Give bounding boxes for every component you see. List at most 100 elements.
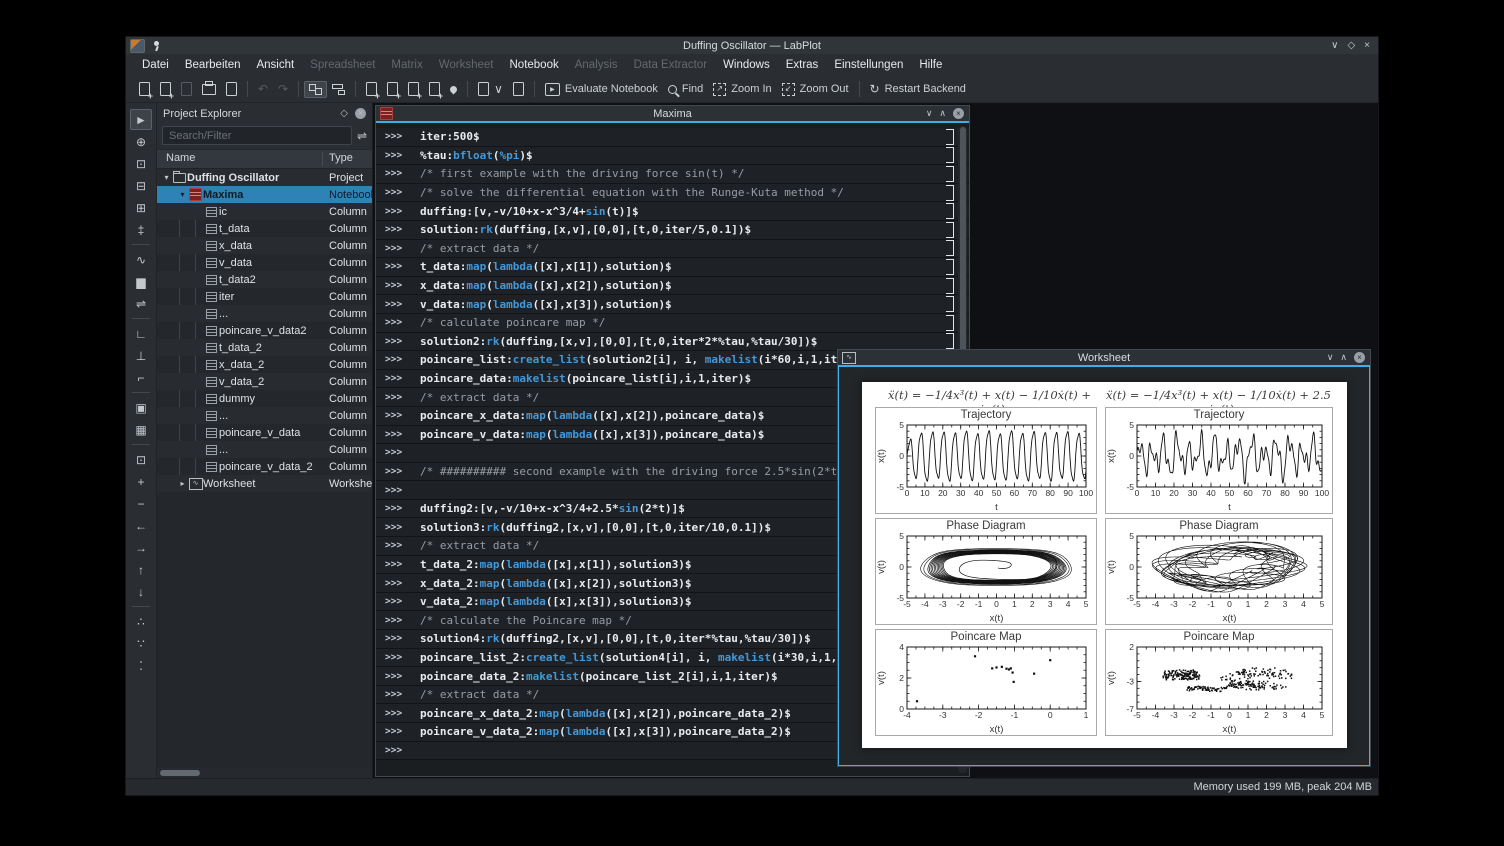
notebook-cell[interactable]: >>> iter:500$	[376, 128, 969, 147]
presenter-mode-button[interactable]	[327, 81, 350, 98]
tree-header[interactable]: Name Type	[157, 149, 372, 169]
plot-trajectory-2[interactable]: Trajectory 0 10 20 30 40 50 60 70 80 90 100 5 0 -5 t x(t…	[1105, 407, 1333, 514]
scrollbar-thumb[interactable]	[160, 770, 200, 776]
zoom-fit-icon[interactable]: ⊡	[130, 449, 152, 470]
notebook-cell[interactable]: >>> x_data:map(lambda([x],x[2]),solution)…	[376, 276, 969, 296]
chevron-down-icon[interactable]: ∨	[494, 83, 503, 95]
worksheet-canvas[interactable]: ẍ(t) = −1/4x³(t) + x(t) − 1/10ẋ(t) + sin…	[862, 382, 1347, 748]
tree-row-ic[interactable]: ic Column	[157, 203, 372, 220]
menu-bearbeiten[interactable]: Bearbeiten	[177, 56, 249, 74]
restore-subwindow-icon[interactable]: ∧	[939, 108, 946, 119]
worksheet-title-bar[interactable]: ∿ Worksheet ∨ ∧ ×	[838, 350, 1370, 367]
new-notebook-button[interactable]: ∨	[473, 79, 508, 99]
zoom-in-region-icon[interactable]: +	[130, 471, 152, 492]
notebook-title-bar[interactable]: Maxima ∨ ∧ ×	[376, 106, 969, 123]
notebook-cell[interactable]: >>> /* extract data */	[376, 239, 969, 259]
float-panel-icon[interactable]: ◇	[340, 108, 348, 119]
zoom-in-button[interactable]: ↗ Zoom In	[708, 80, 776, 99]
new-plot-icon[interactable]: ∿	[130, 249, 152, 270]
select-cursor-icon[interactable]: ►	[130, 109, 152, 130]
plot-phase-diagram-1[interactable]: Phase Diagram -5 -4 -3 -2 -1 0 1 2 3 4 5 5 0 -5 x(t) v(t…	[875, 518, 1097, 625]
tree-row-v-data-2[interactable]: v_data_2 Column	[157, 373, 372, 390]
shade-subwindow-icon[interactable]: ∨	[926, 108, 933, 119]
zoom-out-region-icon[interactable]: −	[130, 493, 152, 514]
find-button[interactable]: Find	[663, 80, 708, 98]
tree-row-item[interactable]: ... Column	[157, 305, 372, 322]
shift-left-icon[interactable]: ←	[130, 515, 152, 536]
tree-row-poincare-v-data2[interactable]: poincare_v_data2 Column	[157, 322, 372, 339]
tree-row-v-data[interactable]: v_data Column	[157, 254, 372, 271]
zoom-x-select-icon[interactable]: ⊟	[130, 175, 152, 196]
axis-vertical-icon[interactable]: ⌐	[130, 367, 152, 388]
tree-row-iter[interactable]: iter Column	[157, 288, 372, 305]
new-project-button[interactable]	[134, 79, 155, 101]
shift-up-icon[interactable]: ↑	[130, 559, 152, 580]
import-button[interactable]	[508, 79, 529, 99]
tree-row-poincare-v-data-2[interactable]: poincare_v_data_2 Column	[157, 458, 372, 475]
column-header-type[interactable]: Type	[329, 152, 353, 164]
data-operation-icon[interactable]: ⇌	[130, 293, 152, 314]
new-matrix-button[interactable]	[403, 79, 424, 101]
close-window-icon[interactable]: ×	[1364, 40, 1370, 51]
tree-row-x-data[interactable]: x_data Column	[157, 237, 372, 254]
menu-einstellungen[interactable]: Einstellungen	[826, 56, 911, 74]
zoom-select-icon[interactable]: ⊡	[130, 153, 152, 174]
collapse-icon[interactable]: ▾	[161, 173, 172, 182]
expand-icon[interactable]: ▸	[177, 479, 188, 488]
menu-ansicht[interactable]: Ansicht	[248, 56, 302, 74]
title-bar[interactable]: Duffing Oscillator — LabPlot ∨ ◇ ×	[126, 37, 1378, 54]
plot-phase-diagram-2[interactable]: Phase Diagram -5 -4 -3 -2 -1 0 1 2 3 4 5 5 0 -5 x(t) v(t…	[1105, 518, 1333, 625]
restore-subwindow-icon[interactable]: ∧	[1340, 352, 1347, 363]
tree-row-t-data-2[interactable]: t_data_2 Column	[157, 339, 372, 356]
restart-backend-button[interactable]: ↻ Restart Backend	[865, 80, 971, 98]
shade-subwindow-icon[interactable]: ∨	[1327, 352, 1334, 363]
column-header-name[interactable]: Name	[166, 152, 195, 164]
color-theme-button[interactable]	[445, 83, 462, 96]
zoom-y-select-icon[interactable]: ⊞	[130, 197, 152, 218]
notebook-cell[interactable]: >>> /* first example with the driving for…	[376, 165, 969, 184]
plot-poincare-map-1[interactable]: Poincare Map -4 -3 -2 -1 0 1 4 2 0 x(t) v(t)	[875, 629, 1097, 736]
maximize-window-icon[interactable]: ◇	[1347, 40, 1355, 51]
tree-row-t-data2[interactable]: t_data2 Column	[157, 271, 372, 288]
open-project-button[interactable]	[155, 79, 176, 101]
scale-auto-y-icon[interactable]: ⁚	[130, 655, 152, 676]
notebook-cell[interactable]: >>> /* solve the differential equation wi…	[376, 183, 969, 203]
tree-row-duffing-oscillator[interactable]: ▾ Duffing Oscillator Project	[157, 169, 372, 186]
axis-icon[interactable]: ∟	[130, 323, 152, 344]
notebook-cell[interactable]: >>> %tau:bfloat(%pi)$	[376, 146, 969, 166]
new-workbook-button[interactable]	[424, 79, 445, 101]
menu-hilfe[interactable]: Hilfe	[911, 56, 950, 74]
notebook-cell[interactable]: >>> t_data:map(lambda([x],x[1]),solution)…	[376, 258, 969, 277]
print-button[interactable]	[197, 80, 221, 98]
notebook-cell[interactable]: >>> duffing:[v,-v/10+x-x^3/4+sin(t)]$	[376, 202, 969, 221]
shift-right-icon[interactable]: →	[130, 537, 152, 558]
tree-row-x-data-2[interactable]: x_data_2 Column	[157, 356, 372, 373]
search-input[interactable]	[162, 126, 352, 145]
plot-poincare-map-2[interactable]: Poincare Map -5 -4 -3 -2 -1 0 1 2 3 4 5 2 -3 -7 x(t) v(t…	[1105, 629, 1333, 736]
shift-down-icon[interactable]: ↓	[130, 581, 152, 602]
tree-row-dummy[interactable]: dummy Column	[157, 390, 372, 407]
close-panel-icon[interactable]: ×	[355, 108, 366, 119]
plot-trajectory-1[interactable]: Trajectory 0 10 20 30 40 50 60 70 80 90 100 5 0 -5 t x(t…	[875, 407, 1097, 514]
cursor-line-icon[interactable]: ‡	[130, 219, 152, 240]
evaluate-notebook-button[interactable]: ▶ Evaluate Notebook	[540, 80, 663, 99]
window-visibility-button[interactable]	[304, 80, 328, 98]
tree-row-item[interactable]: ... Column	[157, 441, 372, 458]
scale-auto-x-icon[interactable]: ∵	[130, 633, 152, 654]
scale-auto-icon[interactable]: ∴	[130, 611, 152, 632]
tree-row-worksheet[interactable]: ▸∿WorksheetWorksheet	[157, 475, 372, 492]
menu-extras[interactable]: Extras	[778, 56, 827, 74]
menu-datei[interactable]: Datei	[134, 56, 177, 74]
tree-row-item[interactable]: ... Column	[157, 407, 372, 424]
axis-ticks-icon[interactable]: ⊥	[130, 345, 152, 366]
crosshair-icon[interactable]: ⊕	[130, 131, 152, 152]
new-spreadsheet-button[interactable]	[382, 79, 403, 101]
close-subwindow-icon[interactable]: ×	[1354, 352, 1365, 363]
menu-windows[interactable]: Windows	[715, 56, 778, 74]
histogram-icon[interactable]: ▆	[130, 271, 152, 292]
shade-window-icon[interactable]: ∨	[1331, 40, 1338, 51]
tree-row-maxima[interactable]: ▾ Maxima Notebook	[157, 186, 372, 203]
zoom-out-button[interactable]: ↙ Zoom Out	[777, 80, 854, 99]
notebook-cell[interactable]: >>> solution:rk(duffing,[x,v],[0,0],[t,0,…	[376, 220, 969, 240]
notebook-cell[interactable]: >>> /* calculate poincare map */	[376, 313, 969, 333]
